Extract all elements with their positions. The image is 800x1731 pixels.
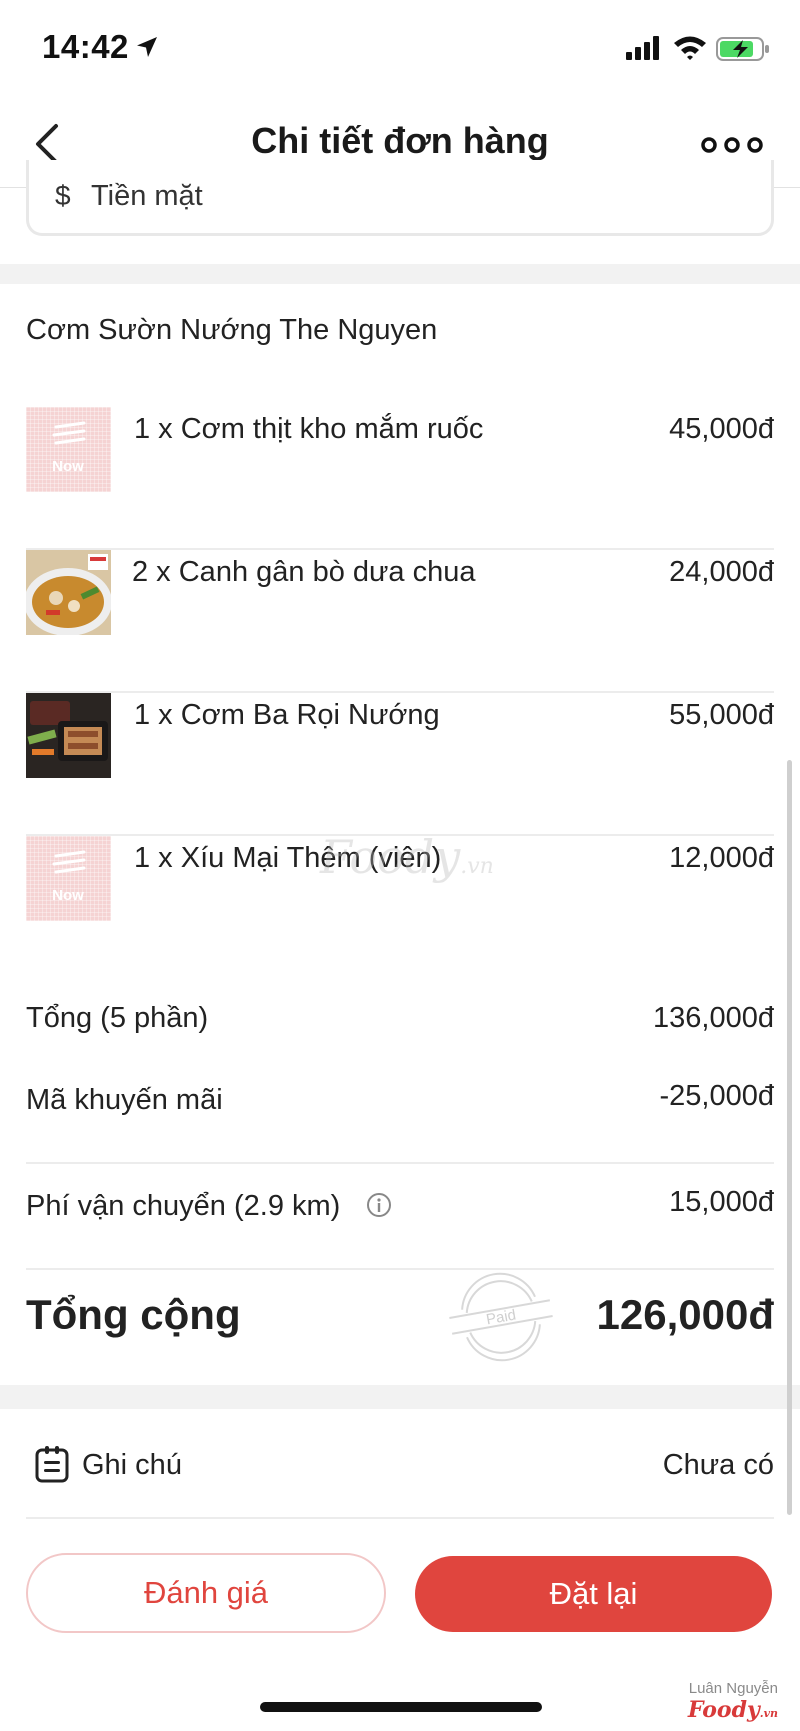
cellular-signal-icon	[626, 36, 659, 60]
status-time: 14:42	[42, 28, 129, 65]
order-item: 1 x Cơm Ba Rọi Nướng 55,000đ	[26, 693, 774, 836]
restaurant-name: Cơm Sườn Nướng The Nguyen	[26, 314, 438, 346]
item-image-soup	[26, 550, 111, 635]
svg-text:Now: Now	[52, 887, 84, 904]
shipping-label: Phí vận chuyển (2.9 km)	[26, 1190, 392, 1223]
foody-watermark: Foody.vn	[320, 830, 494, 884]
rate-button[interactable]: Đánh giá	[26, 1553, 386, 1633]
shipping-value: 15,000đ	[669, 1186, 774, 1218]
promo-label: Mã khuyến mãi	[26, 1084, 223, 1116]
order-item: Now 1 x Cơm thịt kho mắm ruốc 45,000đ	[26, 407, 774, 550]
item-price: 24,000đ	[669, 556, 774, 588]
battery-charging-icon	[716, 37, 769, 61]
credit-author: Luân Nguyễn	[688, 1680, 778, 1697]
item-name: 1 x Cơm thịt kho mắm ruốc	[134, 413, 484, 445]
now-logo-icon: Now	[52, 421, 86, 475]
item-name: 1 x Cơm Ba Rọi Nướng	[134, 699, 440, 731]
page-title: Chi tiết đơn hàng	[251, 120, 549, 161]
item-image-placeholder: Now	[26, 836, 111, 921]
payment-method-label: Tiền mặt	[91, 180, 203, 212]
svg-text:Paid: Paid	[485, 1307, 518, 1329]
note-label: Ghi chú	[82, 1449, 182, 1481]
note-clipboard-icon	[35, 1446, 69, 1483]
reorder-button[interactable]: Đặt lại	[415, 1556, 772, 1632]
scrollbar[interactable]	[787, 760, 792, 1515]
order-item: 2 x Canh gân bò dưa chua 24,000đ	[26, 550, 774, 693]
status-bar: 14:42	[0, 0, 800, 100]
more-options-icon[interactable]	[700, 134, 764, 156]
total-row: Tổng cộng Paid 126,000đ	[26, 1272, 774, 1365]
foody-logo: Foody.vn	[687, 1697, 778, 1723]
info-icon[interactable]	[366, 1192, 392, 1218]
wifi-icon	[674, 36, 706, 60]
dollar-icon: $	[55, 180, 71, 211]
item-image-placeholder: Now	[26, 407, 111, 492]
payment-method-card: $ Tiền mặt	[26, 160, 774, 236]
item-price: 55,000đ	[669, 699, 774, 731]
photo-credit: Luân Nguyễn Foody.vn	[688, 1680, 778, 1723]
subtotal-value: 136,000đ	[653, 1002, 774, 1034]
paid-stamp-icon: Paid	[449, 1272, 553, 1362]
note-value: Chưa có	[662, 1449, 774, 1481]
item-price: 12,000đ	[669, 842, 774, 874]
promo-row: Mã khuyến mãi -25,000đ	[26, 1058, 774, 1164]
location-arrow-icon	[137, 37, 157, 57]
total-value: 126,000đ	[596, 1291, 774, 1338]
note-row[interactable]: Ghi chú Chưa có	[26, 1409, 774, 1519]
item-name: 2 x Canh gân bò dưa chua	[132, 556, 476, 588]
section-divider	[0, 1385, 800, 1409]
promo-value: -25,000đ	[659, 1080, 775, 1112]
now-logo-icon: Now	[52, 850, 86, 904]
section-divider	[0, 264, 800, 284]
item-price: 45,000đ	[669, 413, 774, 445]
total-label: Tổng cộng	[26, 1291, 241, 1338]
home-indicator[interactable]	[260, 1702, 542, 1712]
svg-text:Now: Now	[52, 458, 84, 475]
subtotal-label: Tổng (5 phần)	[26, 1002, 209, 1034]
item-image-grilled-pork	[26, 693, 111, 778]
shipping-row: Phí vận chuyển (2.9 km) 15,000đ	[26, 1164, 774, 1270]
